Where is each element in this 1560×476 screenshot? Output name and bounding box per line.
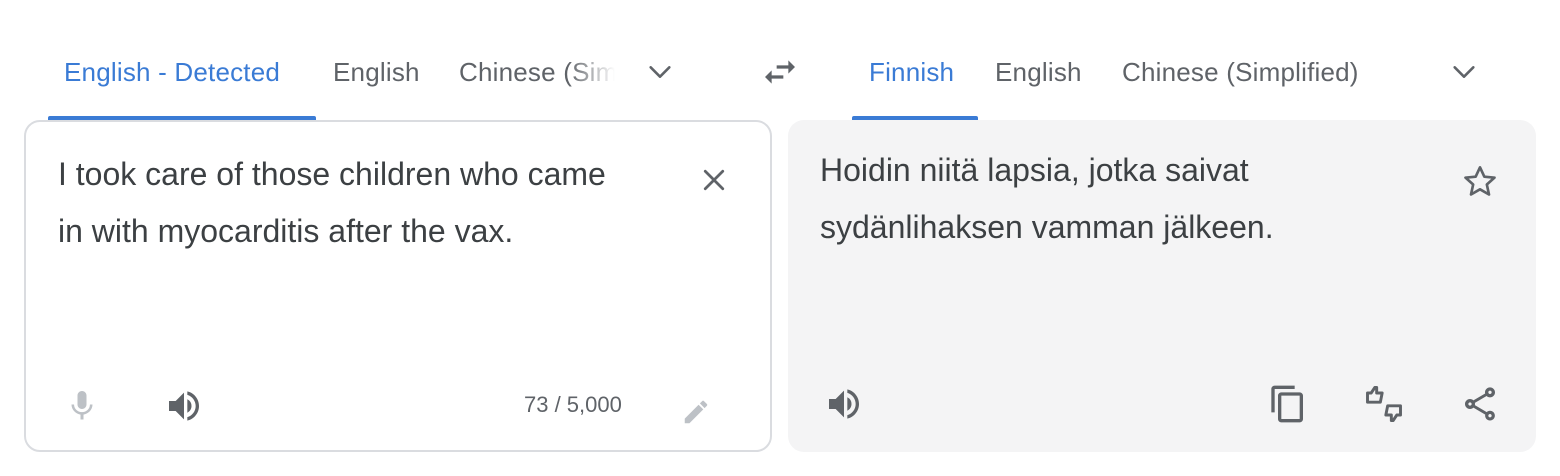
pencil-icon — [684, 400, 708, 424]
target-more-languages-button[interactable] — [1444, 52, 1484, 92]
copy-translation-button[interactable] — [1260, 376, 1316, 432]
share-translation-button[interactable] — [1452, 376, 1508, 432]
source-text-input[interactable]: I took care of those children who came i… — [58, 146, 638, 260]
tab-target-chinese-simplified[interactable]: Chinese (Simplified) — [1122, 50, 1359, 94]
translation-panel: Hoidin niitä lapsia, jotka saivat sydänl… — [788, 120, 1536, 452]
tab-source-english[interactable]: English — [333, 50, 420, 94]
listen-translation-button[interactable] — [816, 376, 872, 432]
speaker-icon — [829, 389, 859, 419]
translation-text: Hoidin niitä lapsia, jotka saivat sydänl… — [820, 152, 1274, 245]
tab-target-english[interactable]: English — [995, 50, 1082, 94]
source-text-panel: I took care of those children who came i… — [24, 120, 772, 452]
save-translation-button[interactable] — [1452, 154, 1508, 210]
source-more-languages-button[interactable] — [640, 52, 680, 92]
close-icon — [703, 169, 725, 191]
edit-handwriting-button[interactable] — [674, 390, 718, 434]
feedback-icon — [1366, 386, 1402, 422]
speaker-icon — [169, 391, 199, 421]
clear-source-button[interactable] — [692, 158, 736, 202]
share-icon — [1465, 387, 1495, 421]
character-counter: 73 / 5,000 — [524, 392, 622, 417]
swap-languages-button[interactable] — [756, 48, 804, 96]
listen-source-button[interactable] — [156, 378, 212, 434]
microphone-icon — [71, 391, 93, 420]
swap-arrows-icon — [765, 60, 795, 84]
tab-source-english-detected[interactable]: English - Detected — [64, 50, 280, 94]
chevron-down-icon — [1453, 66, 1475, 78]
copy-icon — [1271, 385, 1303, 423]
tab-source-chinese-simplified[interactable]: Chinese (Simplified) — [459, 50, 615, 94]
chevron-down-icon — [649, 66, 671, 78]
star-icon — [1464, 166, 1496, 196]
rate-translation-button[interactable] — [1356, 376, 1412, 432]
tab-target-finnish[interactable]: Finnish — [869, 50, 954, 94]
voice-input-button[interactable] — [58, 382, 106, 430]
